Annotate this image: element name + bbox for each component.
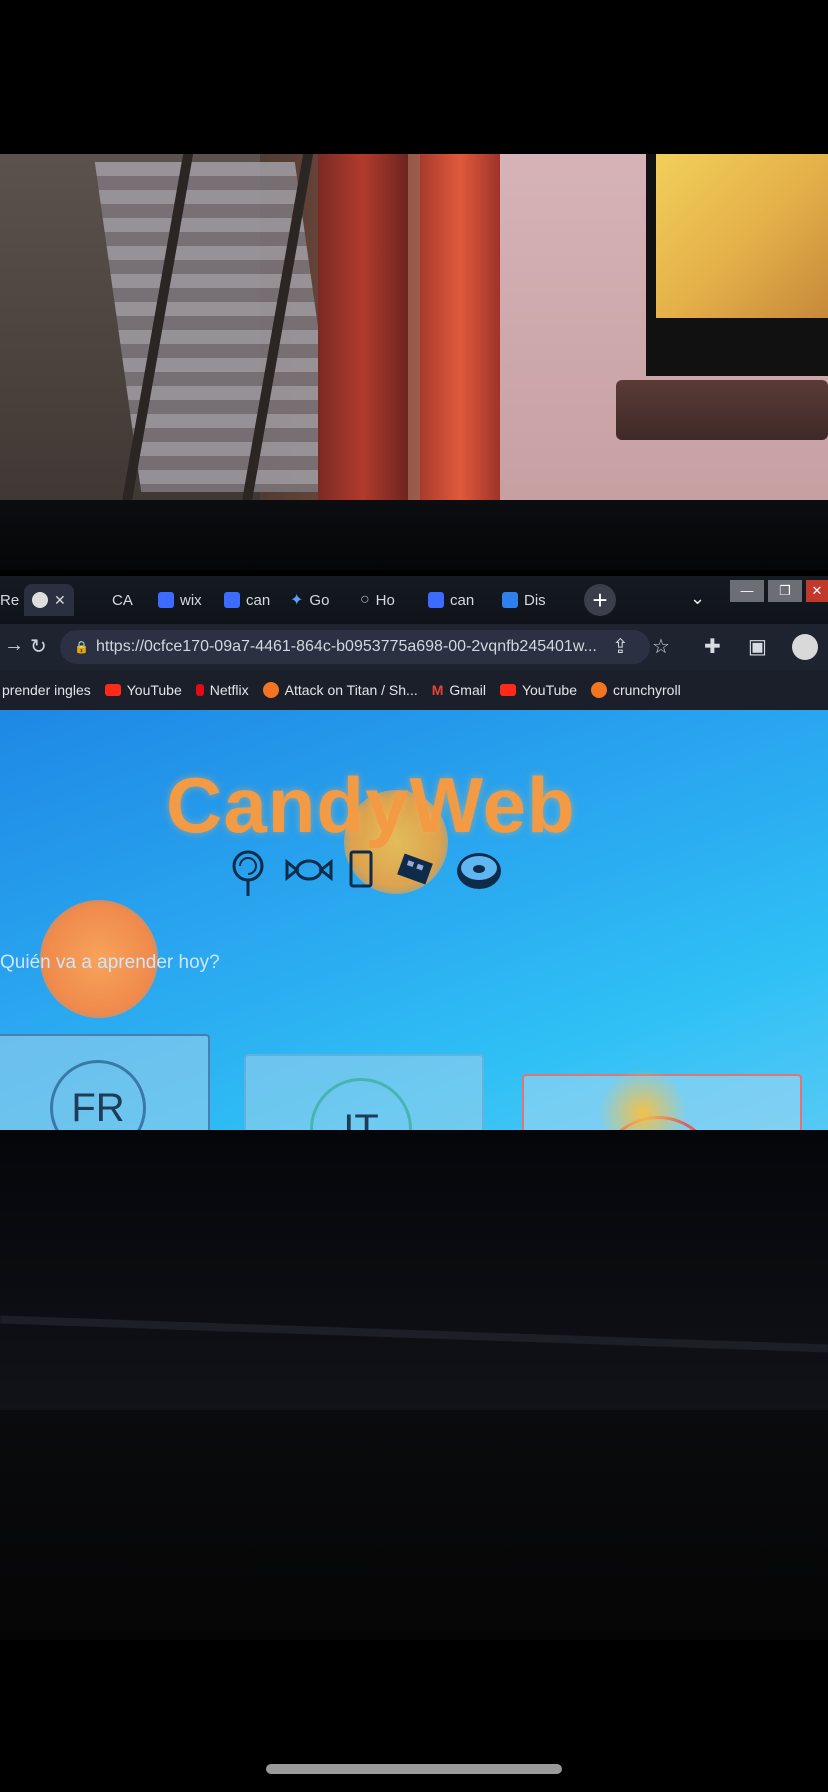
tab-label: Ho <box>375 591 395 609</box>
browser-tab[interactable]: Re <box>0 584 19 616</box>
tv-stand <box>616 380 828 440</box>
profile-avatar[interactable] <box>792 634 818 660</box>
bookmark-item[interactable]: YouTube <box>104 682 182 698</box>
crunchyroll-icon <box>590 682 607 698</box>
browser-tab[interactable]: can <box>224 584 270 616</box>
minimize-icon[interactable]: — <box>730 580 764 602</box>
tab-label: Go <box>309 591 330 609</box>
bookmark-item[interactable]: M Gmail <box>432 682 486 698</box>
circle-icon: ○ <box>360 591 370 608</box>
url-text: https://0cfce170-09a7-4461-864c-b0953775… <box>96 638 597 655</box>
browser-tab-bar: Re ✕ CA wix can ✦ Go ○ Ho can Dis + ⌄ — … <box>0 576 828 624</box>
lock-icon: 🔒 <box>74 640 89 654</box>
wix-icon <box>428 592 444 608</box>
crunchyroll-icon <box>262 682 279 698</box>
language-badge: IT <box>310 1078 412 1130</box>
chevron-down-icon[interactable]: ⌄ <box>690 588 705 609</box>
share-icon[interactable]: ⇪ <box>612 634 629 659</box>
language-badge: FR <box>50 1060 146 1130</box>
forward-icon[interactable]: → <box>4 634 24 657</box>
browser-tab[interactable]: CA <box>112 584 133 616</box>
tv-screen <box>656 154 828 318</box>
tab-label: can <box>246 591 271 609</box>
browser-tab[interactable]: ○ Ho <box>360 584 395 616</box>
bookmark-label: crunchyroll <box>612 682 681 698</box>
url-input[interactable]: 🔒 https://0cfce170-09a7-4461-864c-b09537… <box>60 630 650 664</box>
bookmark-label: YouTube <box>126 682 182 698</box>
curtain <box>318 154 408 530</box>
browser-tab[interactable]: can <box>428 584 474 616</box>
sparkle-icon: ✦ <box>290 592 304 609</box>
address-bar-row: → ↻ 🔒 https://0cfce170-09a7-4461-864c-b0… <box>0 624 828 670</box>
prompt-text: Quién va a aprender hoy? <box>0 952 220 973</box>
lollipop-icon <box>228 850 268 906</box>
tab-label: Re <box>0 591 20 609</box>
browser-tab[interactable]: wix <box>158 584 202 616</box>
tab-label: CA <box>112 591 133 609</box>
close-window-icon[interactable]: ✕ <box>806 580 828 602</box>
browser-tab[interactable]: ✦ Go <box>290 584 329 616</box>
browser-tab[interactable]: Dis <box>502 584 546 616</box>
bookmark-item[interactable]: YouTube <box>499 682 577 698</box>
reload-icon[interactable]: ↻ <box>30 634 47 659</box>
language-card-fr[interactable]: FR <box>0 1034 210 1130</box>
candyweb-page: CandyWeb Quién va a aprender hoy? FR IT … <box>0 710 828 1130</box>
keyboard-area <box>0 1410 828 1640</box>
language-card-it[interactable]: IT <box>244 1054 484 1130</box>
monitor-edge <box>0 1315 828 1353</box>
bookmark-label: Gmail <box>449 682 486 698</box>
canva-icon <box>224 592 240 608</box>
television <box>616 154 828 440</box>
donut-icon <box>454 850 504 900</box>
background-room-photo <box>0 154 828 530</box>
star-icon[interactable]: ☆ <box>652 634 670 659</box>
globe-icon <box>32 592 48 608</box>
curtain <box>420 154 500 530</box>
phone-icon <box>348 850 374 898</box>
new-tab-button[interactable]: + <box>584 584 616 616</box>
close-tab-icon[interactable]: ✕ <box>54 592 66 609</box>
bookmark-label: Netflix <box>209 682 249 698</box>
gmail-icon: M <box>431 682 444 698</box>
bookmark-item[interactable]: Attack on Titan / Sh... <box>262 682 418 698</box>
bookmarks-bar: prender ingles YouTube Netflix Attack on… <box>0 670 828 710</box>
bookmark-item[interactable]: Netflix <box>195 682 249 698</box>
bookmark-item[interactable]: prender ingles <box>2 682 91 698</box>
monitor-bezel-bottom <box>0 1130 828 1410</box>
home-indicator[interactable] <box>266 1764 562 1774</box>
netflix-icon <box>195 684 204 696</box>
maximize-icon[interactable]: ❐ <box>768 580 802 602</box>
youtube-icon <box>499 684 516 696</box>
page-title: CandyWeb <box>166 761 576 849</box>
wix-icon <box>158 592 174 608</box>
bookmark-label: prender ingles <box>2 682 91 698</box>
sidepanel-icon[interactable]: ▣ <box>748 634 767 659</box>
bookmark-label: Attack on Titan / Sh... <box>284 682 418 698</box>
browser-tab-active[interactable]: ✕ <box>24 584 74 616</box>
tab-label: can <box>450 591 475 609</box>
bookmark-label: YouTube <box>521 682 577 698</box>
tab-label: wix <box>180 591 202 609</box>
extensions-icon[interactable]: ✚ <box>704 634 721 659</box>
app-icon <box>502 592 518 608</box>
tab-label: Dis <box>524 591 546 609</box>
monitor-bezel-top <box>0 500 828 570</box>
candy-icon <box>284 850 334 898</box>
chocolate-icon <box>394 850 438 898</box>
youtube-icon <box>104 684 121 696</box>
bookmark-item[interactable]: crunchyroll <box>590 682 681 698</box>
